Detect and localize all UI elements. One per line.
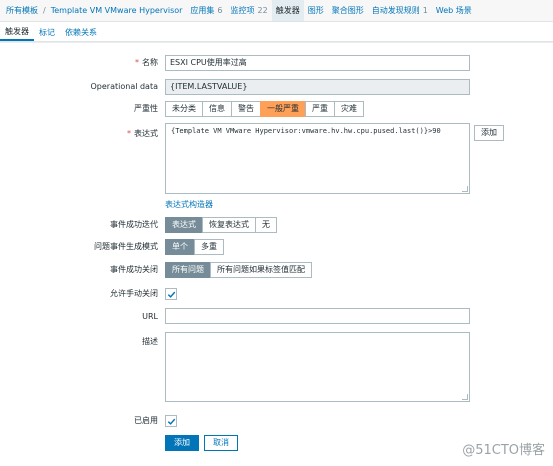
checkmark-icon xyxy=(167,418,176,425)
ok-close-tag-match[interactable]: 所有问题如果标签值匹配 xyxy=(210,262,312,278)
name-label-text: 名称 xyxy=(142,58,158,67)
ok-event-selector: 表达式 恢复表达式 无 xyxy=(165,217,277,233)
ok-event-none[interactable]: 无 xyxy=(255,217,277,233)
checkmark-icon xyxy=(167,291,176,298)
problem-mode-selector: 单个 多重 xyxy=(165,239,224,255)
required-mark: * xyxy=(127,129,131,138)
resize-handle-icon[interactable] xyxy=(462,394,468,400)
severity-high[interactable]: 严重 xyxy=(305,101,335,117)
crumb-template[interactable]: Template VM VMware Hypervisor xyxy=(47,0,187,21)
ok-event-expression[interactable]: 表达式 xyxy=(165,217,203,233)
url-label: URL xyxy=(142,312,158,321)
tab-trigger[interactable]: 触发器 xyxy=(0,23,34,41)
crumb-web[interactable]: Web 场景 xyxy=(432,0,476,21)
manual-close-checkbox[interactable] xyxy=(165,288,177,300)
cancel-button[interactable]: 取消 xyxy=(204,435,238,451)
crumb-applications[interactable]: 应用集 6 xyxy=(186,0,226,21)
severity-disaster[interactable]: 灾难 xyxy=(334,101,364,117)
description-textarea[interactable] xyxy=(165,332,470,402)
form-tabs: 触发器 标记 依赖关系 xyxy=(0,22,553,42)
expression-builder-link[interactable]: 表达式构造器 xyxy=(165,199,213,210)
required-mark: * xyxy=(135,58,139,67)
enabled-checkbox[interactable] xyxy=(165,415,177,427)
tab-dependencies[interactable]: 依赖关系 xyxy=(60,23,102,41)
severity-average[interactable]: 一般严重 xyxy=(260,101,306,117)
severity-label: 严重性 xyxy=(134,104,158,113)
opdata-input[interactable]: {ITEM.LASTVALUE} xyxy=(165,79,470,95)
trigger-form: * 名称 ESXI CPU使用率过高 Operational data {ITEM… xyxy=(0,43,553,466)
crumb-screens[interactable]: 聚合图形 xyxy=(328,0,368,21)
add-button[interactable]: 添加 xyxy=(165,435,199,451)
expression-label: * 表达式 xyxy=(2,127,158,141)
crumb-items[interactable]: 监控项 22 xyxy=(227,0,272,21)
severity-selector: 未分类 信息 警告 一般严重 严重 灾难 xyxy=(165,101,364,117)
crumb-triggers[interactable]: 触发器 xyxy=(271,0,304,21)
breadcrumb-nav: 所有模板 / Template VM VMware Hypervisor 应用集… xyxy=(0,0,553,22)
problem-mode-single[interactable]: 单个 xyxy=(165,239,195,255)
enabled-label: 已启用 xyxy=(134,416,158,425)
applications-count: 6 xyxy=(217,6,223,15)
crumb-all-templates[interactable]: 所有模板 xyxy=(0,0,42,21)
watermark: @51CTO博客 xyxy=(462,443,545,458)
description-label: 描述 xyxy=(142,337,158,346)
problem-mode-label: 问题事件生成模式 xyxy=(94,242,158,251)
crumb-discovery[interactable]: 自动发现规则 1 xyxy=(368,0,432,21)
ok-close-selector: 所有问题 所有问题如果标签值匹配 xyxy=(165,262,312,278)
ok-close-all-problems[interactable]: 所有问题 xyxy=(165,262,211,278)
problem-mode-multiple[interactable]: 多重 xyxy=(194,239,224,255)
name-input[interactable]: ESXI CPU使用率过高 xyxy=(165,55,470,71)
expression-text: {Template VM VMware Hypervisor:vmware.hv… xyxy=(171,127,441,135)
crumb-items-label: 监控项 xyxy=(230,6,255,15)
manual-close-label: 允许手动关闭 xyxy=(110,289,158,298)
ok-close-label: 事件成功关闭 xyxy=(110,265,158,274)
expression-add-button[interactable]: 添加 xyxy=(474,125,504,141)
severity-not-classified[interactable]: 未分类 xyxy=(165,101,203,117)
url-input[interactable] xyxy=(165,308,470,324)
severity-information[interactable]: 信息 xyxy=(202,101,232,117)
ok-event-label: 事件成功迭代 xyxy=(110,220,158,229)
expression-textarea[interactable]: {Template VM VMware Hypervisor:vmware.hv… xyxy=(165,123,470,194)
items-count: 22 xyxy=(257,6,268,15)
resize-handle-icon[interactable] xyxy=(462,186,468,192)
crumb-discovery-label: 自动发现规则 xyxy=(371,6,420,15)
discovery-count: 1 xyxy=(422,6,428,15)
name-label: * 名称 xyxy=(2,56,158,70)
opdata-label: Operational data xyxy=(90,82,159,91)
tab-tags[interactable]: 标记 xyxy=(34,23,60,41)
crumb-graphs[interactable]: 图形 xyxy=(304,0,328,21)
expression-label-text: 表达式 xyxy=(134,129,158,138)
crumb-applications-label: 应用集 xyxy=(190,6,215,15)
severity-warning[interactable]: 警告 xyxy=(231,101,261,117)
ok-event-recovery-expression[interactable]: 恢复表达式 xyxy=(202,217,256,233)
